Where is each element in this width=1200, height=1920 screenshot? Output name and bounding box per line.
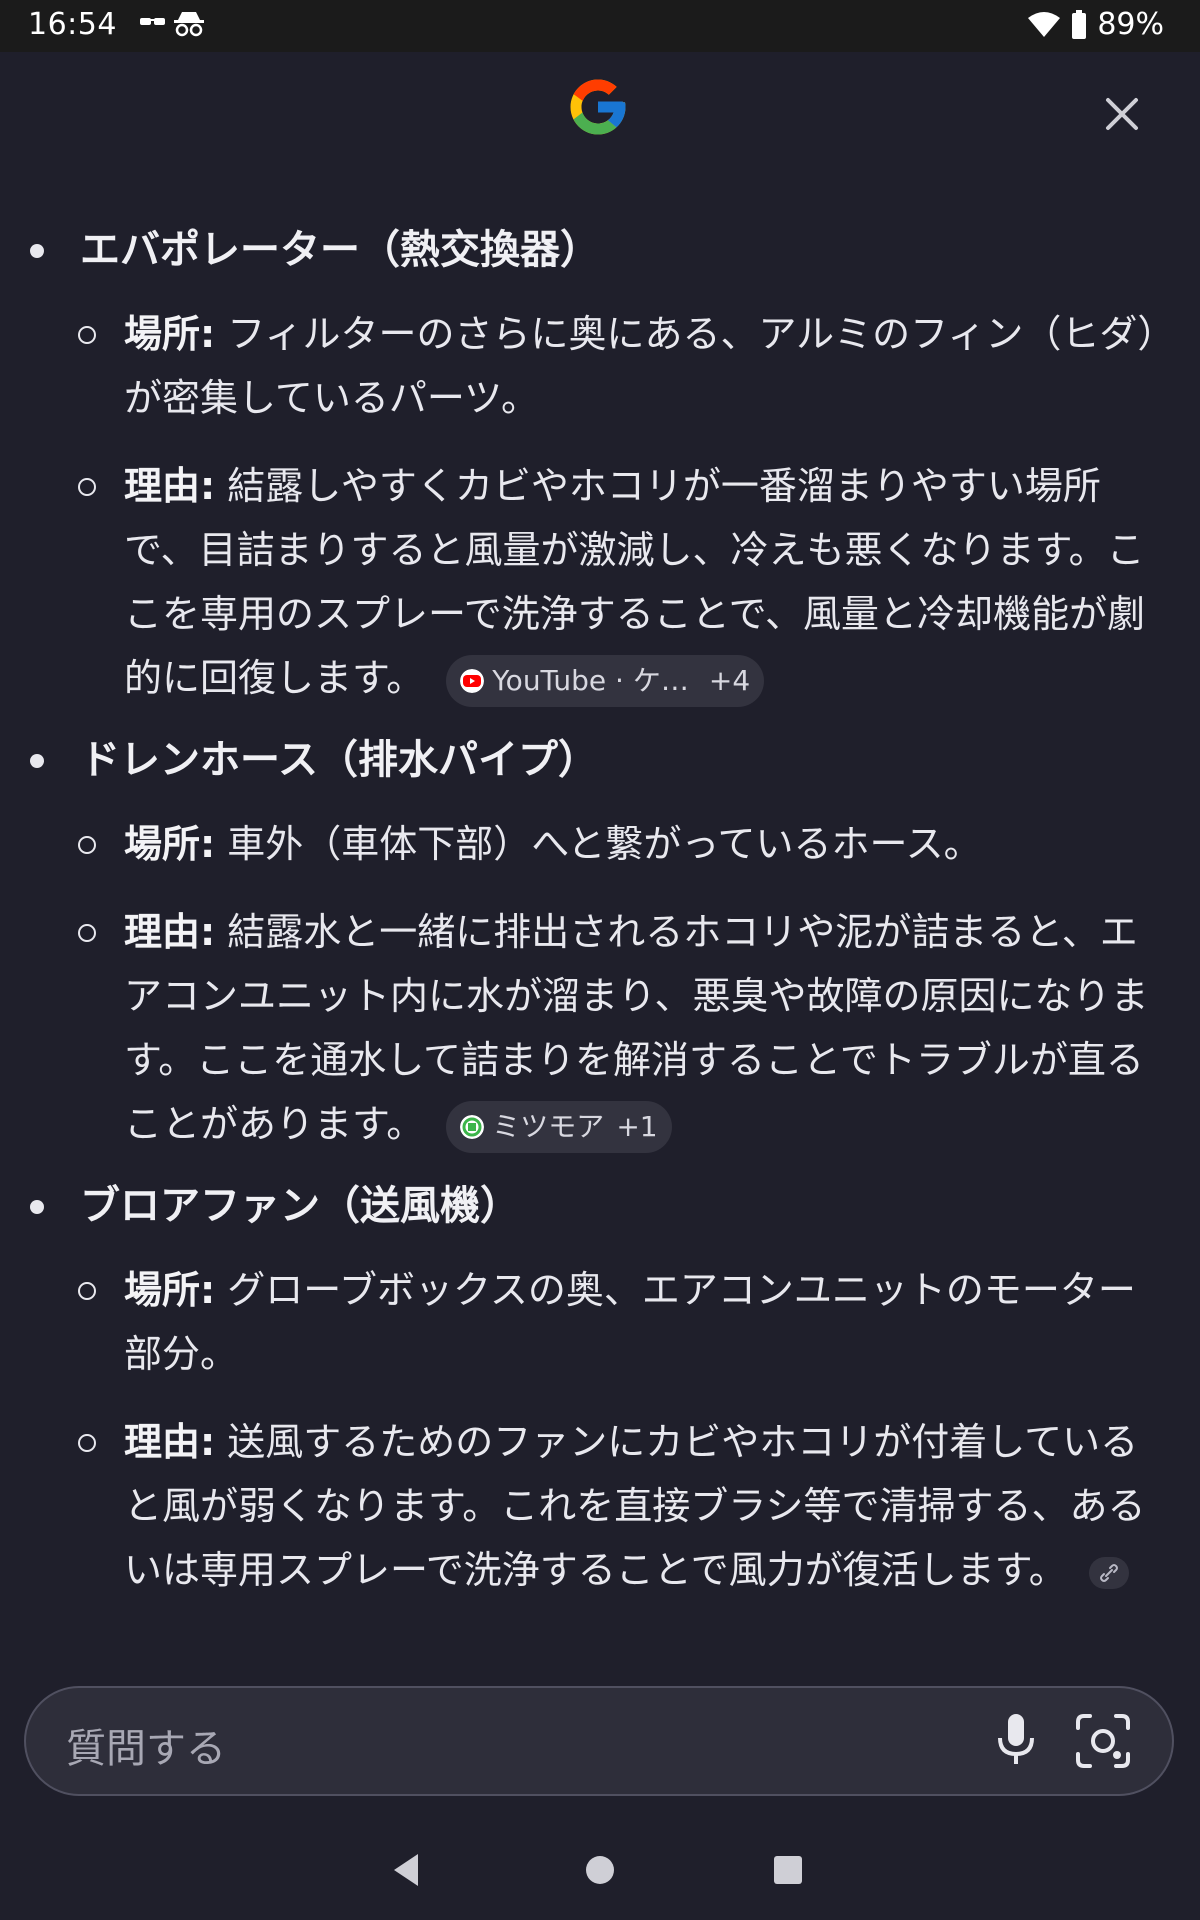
source-chip-more: +1: [616, 1109, 658, 1143]
location-label: 場所:: [124, 1268, 216, 1312]
mic-icon[interactable]: [986, 1706, 1046, 1776]
sub-item-location: 場所: フィルターのさらに奥にある、アルミのフィン（ヒダ）が密集しているパーツ。: [78, 302, 1170, 430]
section-title: エバポレーター（熱交換器）: [80, 227, 600, 273]
reason-label: 理由:: [124, 1420, 216, 1464]
source-chip-more: +4: [708, 663, 751, 697]
sub-item-location: 場所: 車外（車体下部）へと繋がっているホース。: [78, 812, 1170, 876]
source-link-chip[interactable]: [1088, 1556, 1129, 1589]
source-chip-label: YouTube · ケ…: [492, 663, 689, 697]
back-icon[interactable]: [390, 1852, 422, 1888]
bullet: [30, 244, 44, 258]
list-item: ブロアファン（送風機） 場所: グローブボックスの奥、エアコンユニットのモーター…: [30, 1180, 1170, 1602]
section-title: ブロアファン（送風機）: [80, 1183, 520, 1229]
location-text: 車外（車体下部）へと繋がっているホース。: [215, 822, 982, 866]
reason-label: 理由:: [124, 910, 216, 954]
status-bar: 16:54 89%: [0, 0, 1200, 52]
battery-icon: [1072, 9, 1087, 39]
sub-item-reason: 理由: 結露水と一緒に排出されるホコリや泥が詰まると、エアコンユニット内に水が溜…: [78, 900, 1170, 1156]
link-icon: [1099, 1563, 1118, 1582]
sub-bullet: [78, 836, 96, 854]
youtube-icon: [460, 668, 485, 693]
sub-bullet: [78, 478, 96, 496]
incognito-icon: [140, 12, 204, 37]
close-icon[interactable]: [1100, 92, 1144, 136]
sub-item-reason: 理由: 送風するためのファンにカビやホコリが付着していると風が弱くなります。これ…: [78, 1410, 1170, 1602]
battery-percent: 89%: [1097, 7, 1164, 42]
wifi-icon: [1028, 11, 1061, 37]
sub-bullet: [78, 326, 96, 344]
sub-bullet: [78, 1282, 96, 1300]
location-label: 場所:: [124, 312, 216, 356]
sub-item-location: 場所: グローブボックスの奥、エアコンユニットのモーター部分。: [78, 1258, 1170, 1386]
source-chip[interactable]: ミツモア +1: [446, 1100, 672, 1153]
list-item: ドレンホース（排水パイプ） 場所: 車外（車体下部）へと繋がっているホース。 理…: [30, 734, 1170, 1156]
sub-bullet: [78, 924, 96, 942]
answer-content: エバポレーター（熱交換器） 場所: フィルターのさらに奥にある、アルミのフィン（…: [0, 200, 1200, 1670]
status-time: 16:54: [28, 7, 117, 42]
home-icon[interactable]: [586, 1856, 614, 1884]
bullet: [30, 1200, 44, 1214]
incognito-icons: [138, 10, 206, 46]
status-icons: 89%: [1027, 7, 1164, 42]
reason-text: 送風するためのファンにカビやホコリが付着していると風が弱くなります。これを直接ブ…: [124, 1420, 1146, 1592]
sub-item-reason: 理由: 結露しやすくカビやホコリが一番溜まりやすい場所で、目詰まりすると風量が激…: [78, 454, 1170, 710]
source-chip[interactable]: YouTube · ケ… +4: [446, 654, 765, 707]
lens-icon[interactable]: [1072, 1710, 1134, 1772]
input-placeholder: 質問する: [66, 1726, 226, 1772]
section-title: ドレンホース（排水パイプ）: [80, 737, 598, 783]
location-text: グローブボックスの奥、エアコンユニットのモーター部分。: [124, 1268, 1136, 1376]
content-fade: [0, 1630, 1200, 1690]
google-g-logo: [570, 79, 626, 135]
reason-label: 理由:: [124, 464, 216, 508]
sub-bullet: [78, 1434, 96, 1452]
bullet: [30, 754, 44, 768]
list-item: エバポレーター（熱交換器） 場所: フィルターのさらに奥にある、アルミのフィン（…: [30, 224, 1170, 710]
recents-icon[interactable]: [774, 1856, 802, 1884]
location-text: フィルターのさらに奥にある、アルミのフィン（ヒダ）が密集しているパーツ。: [124, 312, 1157, 420]
location-label: 場所:: [124, 822, 216, 866]
mitsumore-icon: [460, 1114, 485, 1139]
source-chip-label: ミツモア: [492, 1109, 605, 1143]
